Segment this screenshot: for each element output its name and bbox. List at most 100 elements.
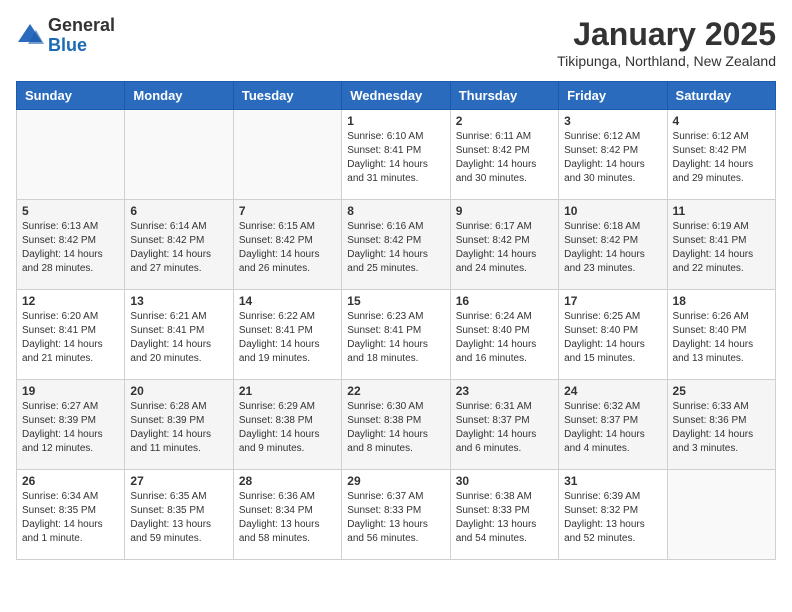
day-number: 17 (564, 294, 661, 308)
day-number: 8 (347, 204, 444, 218)
calendar-week-row: 1Sunrise: 6:10 AM Sunset: 8:41 PM Daylig… (17, 110, 776, 200)
calendar-cell: 8 Sunrise: 6:16 AM Sunset: 8:42 PM Daylig… (342, 200, 450, 290)
day-number: 3 (564, 114, 661, 128)
calendar-cell: 22 Sunrise: 6:30 AM Sunset: 8:38 PM Dayli… (342, 380, 450, 470)
day-number: 6 (130, 204, 227, 218)
calendar-cell: 27 Sunrise: 6:35 AM Sunset: 8:35 PM Dayli… (125, 470, 233, 560)
day-number: 18 (673, 294, 770, 308)
calendar-cell: 20 Sunrise: 6:28 AM Sunset: 8:39 PM Dayli… (125, 380, 233, 470)
calendar-week-row: 19Sunrise: 6:27 AM Sunset: 8:39 PM Dayli… (17, 380, 776, 470)
day-info: Sunrise: 6:15 AM Sunset: 8:42 PM Dayligh… (239, 220, 336, 276)
calendar-cell: 24 Sunrise: 6:32 AM Sunset: 8:37 PM Dayli… (559, 380, 667, 470)
day-number: 29 (347, 474, 444, 488)
day-info: Sunrise: 6:38 AM Sunset: 8:33 PM Dayligh… (456, 490, 553, 546)
calendar-cell: 18 Sunrise: 6:26 AM Sunset: 8:40 PM Dayli… (667, 290, 775, 380)
day-number: 28 (239, 474, 336, 488)
calendar-cell: 15 Sunrise: 6:23 AM Sunset: 8:41 PM Dayli… (342, 290, 450, 380)
day-number: 24 (564, 384, 661, 398)
day-info: Sunrise: 6:28 AM Sunset: 8:39 PM Dayligh… (130, 400, 227, 456)
day-info: Sunrise: 6:35 AM Sunset: 8:35 PM Dayligh… (130, 490, 227, 546)
calendar-cell: 30Sunrise: 6:38 AM Sunset: 8:33 PM Dayli… (450, 470, 558, 560)
day-number: 20 (130, 384, 227, 398)
calendar-cell: 5 Sunrise: 6:13 AM Sunset: 8:42 PM Daylig… (17, 200, 125, 290)
day-number: 22 (347, 384, 444, 398)
day-number: 10 (564, 204, 661, 218)
logo-icon (16, 22, 44, 50)
calendar-week-row: 12 Sunrise: 6:20 AM Sunset: 8:41 PM Dayli… (17, 290, 776, 380)
day-number: 1 (347, 114, 444, 128)
calendar-cell: 23 Sunrise: 6:31 AM Sunset: 8:37 PM Dayli… (450, 380, 558, 470)
day-info: Sunrise: 6:22 AM Sunset: 8:41 PM Dayligh… (239, 310, 336, 366)
day-info: Sunrise: 6:12 AM Sunset: 8:42 PM Dayligh… (673, 130, 770, 186)
title-block: January 2025 Tikipunga, Northland, New Z… (557, 16, 776, 69)
calendar-cell: 7 Sunrise: 6:15 AM Sunset: 8:42 PM Daylig… (233, 200, 341, 290)
calendar-cell: 11 Sunrise: 6:19 AM Sunset: 8:41 PM Dayli… (667, 200, 775, 290)
page-header: General Blue January 2025 Tikipunga, Nor… (16, 16, 776, 69)
calendar-cell (17, 110, 125, 200)
day-number: 7 (239, 204, 336, 218)
day-number: 14 (239, 294, 336, 308)
day-info: Sunrise: 6:11 AM Sunset: 8:42 PM Dayligh… (456, 130, 553, 186)
weekday-header: Friday (559, 82, 667, 110)
weekday-header-row: SundayMondayTuesdayWednesdayThursdayFrid… (17, 82, 776, 110)
calendar-cell: 9Sunrise: 6:17 AM Sunset: 8:42 PM Daylig… (450, 200, 558, 290)
day-info: Sunrise: 6:36 AM Sunset: 8:34 PM Dayligh… (239, 490, 336, 546)
calendar-cell: 31Sunrise: 6:39 AM Sunset: 8:32 PM Dayli… (559, 470, 667, 560)
day-number: 12 (22, 294, 119, 308)
calendar-cell: 2 Sunrise: 6:11 AM Sunset: 8:42 PM Daylig… (450, 110, 558, 200)
day-number: 4 (673, 114, 770, 128)
calendar-cell: 25 Sunrise: 6:33 AM Sunset: 8:36 PM Dayli… (667, 380, 775, 470)
day-info: Sunrise: 6:19 AM Sunset: 8:41 PM Dayligh… (673, 220, 770, 276)
day-number: 16 (456, 294, 553, 308)
day-info: Sunrise: 6:26 AM Sunset: 8:40 PM Dayligh… (673, 310, 770, 366)
day-info: Sunrise: 6:34 AM Sunset: 8:35 PM Dayligh… (22, 490, 119, 546)
day-info: Sunrise: 6:18 AM Sunset: 8:42 PM Dayligh… (564, 220, 661, 276)
calendar-cell: 6 Sunrise: 6:14 AM Sunset: 8:42 PM Daylig… (125, 200, 233, 290)
calendar-cell: 4 Sunrise: 6:12 AM Sunset: 8:42 PM Daylig… (667, 110, 775, 200)
calendar-cell (125, 110, 233, 200)
calendar-week-row: 5 Sunrise: 6:13 AM Sunset: 8:42 PM Daylig… (17, 200, 776, 290)
weekday-header: Monday (125, 82, 233, 110)
calendar-table: SundayMondayTuesdayWednesdayThursdayFrid… (16, 81, 776, 560)
day-info: Sunrise: 6:13 AM Sunset: 8:42 PM Dayligh… (22, 220, 119, 276)
day-info: Sunrise: 6:12 AM Sunset: 8:42 PM Dayligh… (564, 130, 661, 186)
day-info: Sunrise: 6:24 AM Sunset: 8:40 PM Dayligh… (456, 310, 553, 366)
weekday-header: Thursday (450, 82, 558, 110)
day-info: Sunrise: 6:37 AM Sunset: 8:33 PM Dayligh… (347, 490, 444, 546)
calendar-cell: 13Sunrise: 6:21 AM Sunset: 8:41 PM Dayli… (125, 290, 233, 380)
calendar-cell: 10 Sunrise: 6:18 AM Sunset: 8:42 PM Dayli… (559, 200, 667, 290)
day-number: 25 (673, 384, 770, 398)
calendar-cell: 12 Sunrise: 6:20 AM Sunset: 8:41 PM Dayli… (17, 290, 125, 380)
day-number: 27 (130, 474, 227, 488)
day-number: 15 (347, 294, 444, 308)
day-number: 5 (22, 204, 119, 218)
calendar-cell: 3 Sunrise: 6:12 AM Sunset: 8:42 PM Daylig… (559, 110, 667, 200)
weekday-header: Sunday (17, 82, 125, 110)
calendar-cell: 26 Sunrise: 6:34 AM Sunset: 8:35 PM Dayli… (17, 470, 125, 560)
day-info: Sunrise: 6:32 AM Sunset: 8:37 PM Dayligh… (564, 400, 661, 456)
day-number: 19 (22, 384, 119, 398)
day-info: Sunrise: 6:33 AM Sunset: 8:36 PM Dayligh… (673, 400, 770, 456)
calendar-cell: 29 Sunrise: 6:37 AM Sunset: 8:33 PM Dayli… (342, 470, 450, 560)
day-info: Sunrise: 6:25 AM Sunset: 8:40 PM Dayligh… (564, 310, 661, 366)
day-number: 13 (130, 294, 227, 308)
day-info: Sunrise: 6:14 AM Sunset: 8:42 PM Dayligh… (130, 220, 227, 276)
calendar-week-row: 26 Sunrise: 6:34 AM Sunset: 8:35 PM Dayli… (17, 470, 776, 560)
month-title: January 2025 (557, 16, 776, 53)
day-info: Sunrise: 6:30 AM Sunset: 8:38 PM Dayligh… (347, 400, 444, 456)
day-number: 2 (456, 114, 553, 128)
day-number: 11 (673, 204, 770, 218)
day-info: Sunrise: 6:23 AM Sunset: 8:41 PM Dayligh… (347, 310, 444, 366)
day-info: Sunrise: 6:29 AM Sunset: 8:38 PM Dayligh… (239, 400, 336, 456)
day-number: 23 (456, 384, 553, 398)
weekday-header: Wednesday (342, 82, 450, 110)
day-info: Sunrise: 6:20 AM Sunset: 8:41 PM Dayligh… (22, 310, 119, 366)
calendar-cell: 1Sunrise: 6:10 AM Sunset: 8:41 PM Daylig… (342, 110, 450, 200)
day-info: Sunrise: 6:17 AM Sunset: 8:42 PM Dayligh… (456, 220, 553, 276)
calendar-cell: 28 Sunrise: 6:36 AM Sunset: 8:34 PM Dayli… (233, 470, 341, 560)
day-info: Sunrise: 6:31 AM Sunset: 8:37 PM Dayligh… (456, 400, 553, 456)
day-info: Sunrise: 6:16 AM Sunset: 8:42 PM Dayligh… (347, 220, 444, 276)
logo-general-text: General (48, 15, 115, 35)
day-number: 26 (22, 474, 119, 488)
weekday-header: Saturday (667, 82, 775, 110)
